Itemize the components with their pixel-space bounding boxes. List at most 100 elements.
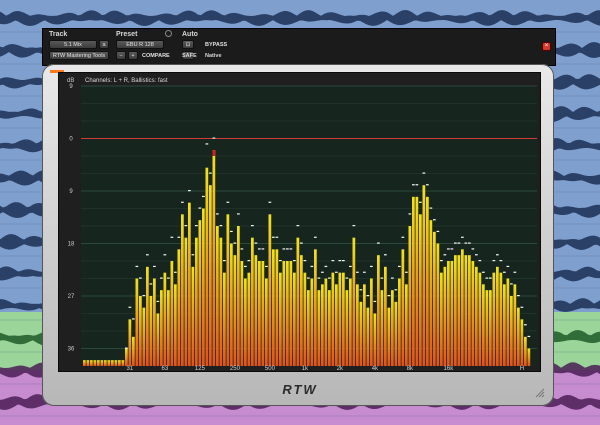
- preset-selector[interactable]: EBU R 128: [116, 40, 164, 49]
- spectrum-bar: [275, 249, 279, 366]
- spectrum-bar: [118, 360, 121, 366]
- spectrum-bar: [405, 284, 408, 366]
- compare-button[interactable]: COMPARE: [142, 53, 170, 59]
- peak-hold-marker: [394, 289, 398, 291]
- track-mode-button[interactable]: a: [99, 40, 109, 49]
- spectrum-bar: [482, 284, 485, 366]
- peak-hold-marker: [142, 295, 146, 297]
- peak-hold-marker: [139, 277, 142, 279]
- spectrum-chart: Channels: L + R, Ballistics: fast dB 909…: [67, 78, 537, 371]
- peak-hold-marker: [226, 201, 230, 203]
- peak-hold-marker: [160, 277, 163, 279]
- peak-hold-marker: [272, 236, 275, 238]
- peak-hold-marker: [349, 265, 352, 268]
- spectrum-bar: [394, 301, 398, 366]
- peak-hold-marker: [254, 242, 258, 244]
- spectrum-bar: [125, 348, 128, 366]
- peak-hold-marker: [317, 277, 321, 279]
- spectrum-bar: [97, 360, 100, 366]
- spectrum-bar: [426, 196, 429, 366]
- spectrum-bar: [286, 261, 289, 366]
- peak-hold-marker: [282, 248, 286, 250]
- plugin-header: Track 5.1 Mix a RTW Mastering Tools Pres…: [42, 28, 556, 66]
- peak-hold-marker: [310, 265, 314, 268]
- spectrum-bar: [202, 208, 205, 366]
- spectrum-bar: [265, 278, 268, 366]
- spectrum-bar: [254, 255, 258, 366]
- spectrum-bar: [170, 261, 174, 366]
- resize-grip-icon[interactable]: [535, 388, 545, 398]
- peak-hold-marker: [132, 318, 135, 320]
- safe-button[interactable]: SAFE: [182, 53, 197, 59]
- peak-hold-marker: [464, 242, 468, 244]
- spectrum-bar: [419, 214, 422, 366]
- spectrum-bar: [489, 290, 492, 366]
- peak-hold-marker: [506, 265, 510, 268]
- y-tick-label: 9: [69, 84, 73, 90]
- spectrum-bar: [83, 360, 86, 366]
- peak-hold-marker: [188, 190, 191, 192]
- peak-hold-marker: [503, 271, 506, 273]
- peak-hold-marker: [170, 236, 174, 238]
- spectrum-bar: [384, 266, 387, 366]
- peak-hold-marker: [300, 242, 303, 244]
- spectrum-bar: [447, 261, 450, 366]
- peak-hold-marker: [436, 230, 440, 233]
- peak-hold-marker: [419, 201, 422, 203]
- peak-hold-marker: [191, 254, 195, 256]
- peak-hold-marker: [408, 213, 412, 215]
- spectrum-bar: [195, 237, 198, 366]
- x-tick-label: 2k: [337, 366, 344, 371]
- track-selector[interactable]: 5.1 Mix: [49, 40, 97, 49]
- peak-hold-marker: [517, 295, 520, 297]
- spectrum-bar: [461, 249, 464, 366]
- peak-hold-marker: [212, 137, 216, 139]
- spectrum-bar: [142, 307, 146, 366]
- peak-hold-marker: [307, 277, 310, 279]
- rtw-logo: RTW: [282, 382, 318, 397]
- peak-hold-marker: [146, 254, 149, 256]
- auto-button[interactable]: ⊡: [182, 40, 194, 49]
- peak-hold-marker: [233, 242, 237, 244]
- peak-hold-marker: [219, 225, 223, 227]
- spectrum-bar: [492, 272, 496, 366]
- spectrum-bar: [293, 272, 296, 366]
- spectrum-bar: [303, 272, 307, 366]
- preset-menu-icon[interactable]: [165, 30, 172, 37]
- spectrum-bar: [258, 261, 261, 366]
- peak-hold-marker: [240, 248, 244, 250]
- spectrum-bar: [496, 266, 499, 366]
- peak-hold-marker: [342, 260, 345, 262]
- spectrum-bar: [429, 220, 433, 366]
- peak-hold-marker: [524, 324, 527, 326]
- spectrum-bar: [121, 360, 125, 366]
- bypass-button[interactable]: BYPASS: [205, 42, 227, 48]
- spectrum-bar: [440, 272, 443, 366]
- spectrum-bar: [468, 255, 471, 366]
- spectrum-bar: [328, 290, 331, 366]
- close-plugin-button[interactable]: ×: [542, 42, 551, 51]
- spectrum-bar: [363, 284, 366, 366]
- spectrum-bar: [499, 272, 503, 366]
- auto-label: Auto: [182, 31, 198, 38]
- spectrum-bar: [331, 272, 335, 366]
- peak-hold-marker: [216, 213, 219, 215]
- spectrum-bar: [282, 261, 286, 366]
- peak-hold-marker: [205, 143, 209, 145]
- peak-hold-marker: [268, 201, 272, 203]
- peak-hold-marker: [510, 283, 513, 285]
- peak-hold-marker: [237, 213, 240, 215]
- plugin-selector[interactable]: RTW Mastering Tools: [49, 51, 109, 60]
- peak-hold-marker: [209, 172, 212, 174]
- peak-hold-marker: [352, 225, 356, 227]
- spectrum-bar: [433, 231, 436, 366]
- native-indicator: Native: [205, 53, 222, 59]
- peak-hold-marker: [447, 248, 450, 250]
- peak-hold-marker: [230, 230, 233, 233]
- peak-hold-marker: [373, 300, 377, 303]
- peak-hold-marker: [177, 236, 181, 238]
- peak-hold-marker: [482, 271, 485, 273]
- peak-hold-marker: [331, 260, 335, 262]
- preset-minus-button[interactable]: −: [116, 51, 126, 60]
- preset-plus-button[interactable]: +: [128, 51, 138, 60]
